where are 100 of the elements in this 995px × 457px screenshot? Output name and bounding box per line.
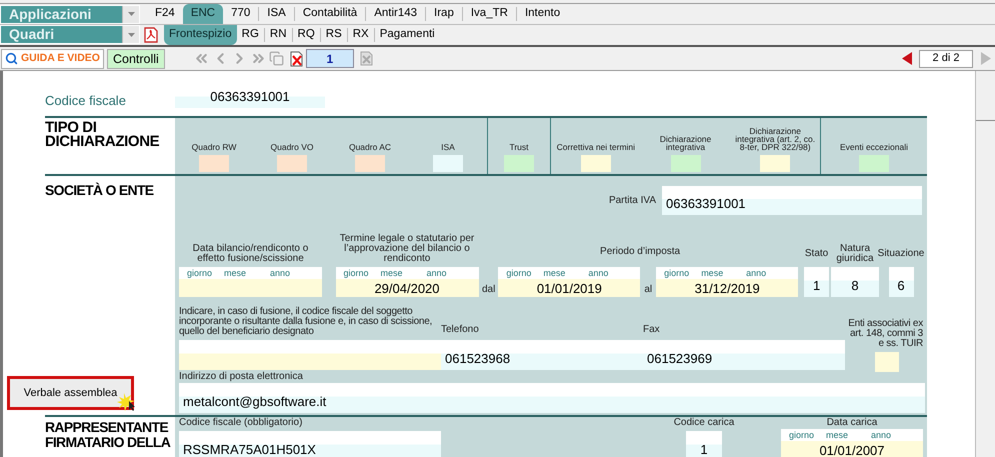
field-label: Natura giuridica bbox=[835, 244, 875, 264]
date-part-label: mese bbox=[380, 268, 403, 279]
checkbox-label: Quadro RW bbox=[190, 143, 238, 151]
tab[interactable]: Pagamenti bbox=[374, 24, 440, 44]
tab[interactable]: ISA bbox=[259, 4, 294, 24]
checkbox-label: Dichiarazione integrativa (art. 2, co. 8-ter, DPR 322/98) bbox=[734, 127, 816, 151]
tab[interactable]: ENC bbox=[182, 4, 224, 24]
scrollbar[interactable] bbox=[975, 71, 995, 457]
date-part-label: anno bbox=[870, 430, 891, 441]
tab[interactable]: 770 bbox=[223, 4, 258, 24]
checkbox-label: Quadro AC bbox=[348, 143, 392, 151]
next-icon[interactable] bbox=[981, 52, 991, 65]
field-label: Termine legale o statutario per l’approvazione del bilancio o rendiconto bbox=[338, 234, 476, 264]
field-label: Indicare, in caso di fusione, il codice fiscale del soggetto incorporante o risultante dalla fusione e, in caso di scissione, quello del beneficiario designato bbox=[179, 307, 434, 337]
date-part-label: giorno bbox=[789, 430, 814, 441]
date-part-label: mese bbox=[543, 268, 566, 279]
field-label: Enti associativi ex art. 148, commi 3 e ss. TUIR bbox=[847, 319, 923, 349]
pdf-icon[interactable] bbox=[144, 26, 158, 42]
checkbox[interactable] bbox=[875, 352, 899, 372]
checkbox-label: Quadro VO bbox=[270, 143, 314, 151]
checkbox-label: Correttiva nei termini bbox=[556, 143, 636, 151]
tab[interactable]: Frontespizio bbox=[164, 24, 237, 44]
email-field[interactable]: metalcont@gbsoftware.it bbox=[179, 383, 925, 413]
partita-iva-field[interactable]: 06363391001 bbox=[662, 186, 922, 215]
tab[interactable]: RS bbox=[320, 24, 347, 44]
date-field[interactable]: giorno mese anno 01/01/2007 bbox=[781, 429, 923, 457]
checkbox-label: Dichiarazione integrativa bbox=[658, 135, 712, 151]
situazione-field[interactable]: 6 bbox=[888, 267, 914, 297]
date-part-label: mese bbox=[224, 268, 246, 279]
page-indicator: 2 di 2 bbox=[919, 50, 973, 68]
field-label: Situazione bbox=[878, 249, 924, 259]
tab[interactable]: RN bbox=[264, 24, 292, 44]
date-field[interactable]: giorno mese anno bbox=[179, 267, 322, 297]
checkbox-label: Trust bbox=[508, 143, 530, 151]
date-part-label: anno bbox=[426, 268, 446, 279]
checkbox[interactable] bbox=[355, 155, 385, 172]
natura-field[interactable]: 8 bbox=[831, 267, 879, 297]
fax-field[interactable]: 061523969 bbox=[643, 340, 845, 370]
date-part-label: anno bbox=[588, 268, 608, 279]
delete-page-icon[interactable] bbox=[290, 50, 304, 66]
tab[interactable]: RG bbox=[236, 24, 264, 44]
field-label: Codice carica bbox=[674, 418, 734, 428]
date-field[interactable]: giorno mese anno 29/04/2020 bbox=[336, 267, 478, 297]
date-field[interactable]: giorno mese anno 31/12/2019 bbox=[656, 267, 798, 297]
date-part-label: giorno bbox=[187, 268, 212, 279]
tab[interactable]: Iva_TR bbox=[462, 4, 516, 24]
checkbox-label: Eventi eccezionali bbox=[838, 143, 910, 151]
section-title: RAPPRESENTANTE FIRMATARIO DELLA bbox=[45, 420, 172, 450]
field-label: Data bilancio/rendiconto o effetto fusione/scissione bbox=[192, 244, 310, 264]
field-label: Codice fiscale (obbligatorio) bbox=[179, 418, 304, 428]
stato-field[interactable]: 1 bbox=[804, 267, 830, 297]
checkbox[interactable] bbox=[504, 155, 534, 172]
checkbox[interactable] bbox=[277, 155, 307, 172]
field-label: Codice fiscale bbox=[45, 92, 127, 110]
checkbox[interactable] bbox=[760, 155, 790, 172]
date-part-label: anno bbox=[270, 268, 290, 279]
field-label: al bbox=[644, 285, 652, 295]
search-icon bbox=[5, 52, 18, 65]
verbale-button[interactable]: Verbale assemblea bbox=[7, 376, 134, 410]
tab[interactable]: Intento bbox=[516, 4, 568, 24]
date-value: 01/01/2007 bbox=[819, 442, 885, 457]
codice-carica-field[interactable]: 1 bbox=[686, 431, 722, 457]
date-field[interactable]: giorno mese anno 01/01/2019 bbox=[498, 267, 640, 297]
checkbox[interactable] bbox=[580, 155, 611, 172]
date-part-label: anno bbox=[746, 268, 766, 279]
date-value: 01/01/2019 bbox=[536, 280, 602, 298]
copy-icon[interactable] bbox=[268, 51, 284, 66]
checkbox[interactable] bbox=[670, 155, 700, 172]
field-label: Data carica bbox=[826, 418, 878, 428]
date-part-label: mese bbox=[701, 268, 724, 279]
date-value: 31/12/2019 bbox=[694, 280, 760, 298]
date-part-label: mese bbox=[826, 430, 848, 441]
checkbox[interactable] bbox=[859, 155, 889, 172]
date-part-label: giorno bbox=[344, 268, 369, 279]
field-label: Periodo d’imposta bbox=[599, 247, 682, 257]
checkbox[interactable] bbox=[199, 155, 229, 172]
tab[interactable]: Irap bbox=[426, 4, 462, 24]
tab[interactable]: F24 bbox=[147, 4, 183, 24]
field-label: Indirizzo di posta elettronica bbox=[179, 372, 304, 382]
tab[interactable]: RQ bbox=[292, 24, 320, 44]
field-label: Partita IVA bbox=[608, 196, 656, 206]
cursor-icon bbox=[116, 392, 138, 412]
date-part-label: giorno bbox=[664, 268, 690, 279]
page-field[interactable]: 1 bbox=[306, 49, 354, 68]
field-label: Telefono bbox=[441, 325, 480, 335]
checkbox-label: ISA bbox=[440, 143, 456, 151]
field-label: Stato bbox=[804, 249, 828, 259]
tab[interactable]: RX bbox=[348, 24, 374, 44]
checkbox[interactable] bbox=[433, 155, 463, 172]
section-title: SOCIETÀ O ENTE bbox=[45, 181, 154, 200]
telefono-field[interactable]: 061523968 bbox=[441, 340, 643, 370]
page-icon[interactable] bbox=[360, 51, 373, 66]
controls-button[interactable]: Controlli bbox=[106, 48, 165, 68]
date-value: 29/04/2020 bbox=[374, 280, 440, 298]
codice-fiscale-field[interactable] bbox=[179, 340, 441, 370]
codice-fiscale-field[interactable]: RSSMRA75A01H501X bbox=[179, 431, 441, 457]
tab[interactable]: Antir143 bbox=[366, 4, 426, 24]
tab[interactable]: Contabilità bbox=[294, 4, 366, 24]
field-label: Fax bbox=[643, 325, 661, 335]
previous-icon[interactable] bbox=[902, 52, 912, 65]
